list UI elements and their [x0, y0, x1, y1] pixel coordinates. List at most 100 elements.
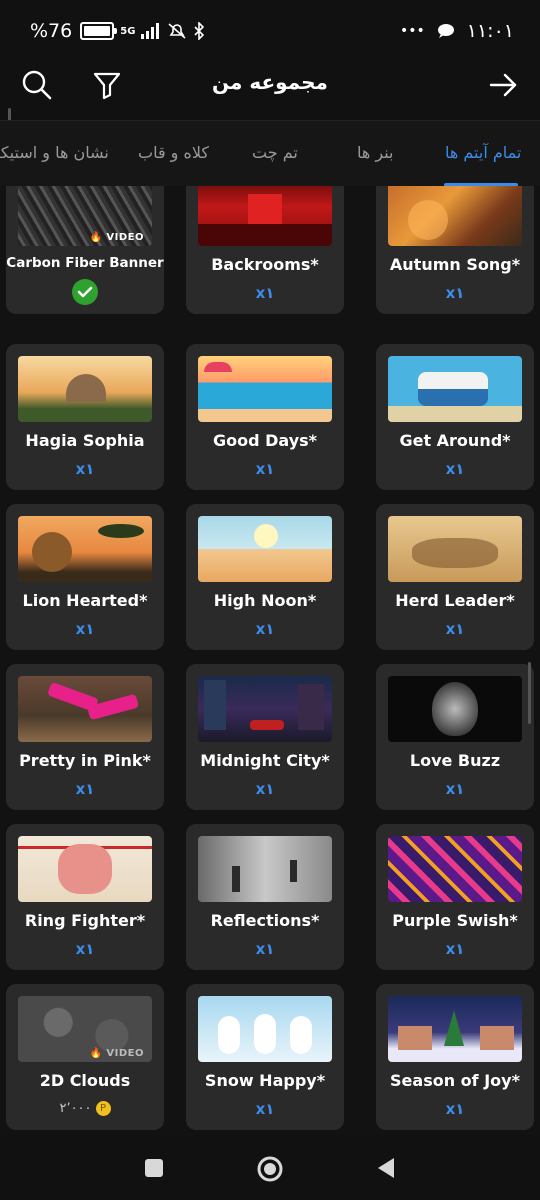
item-quantity: x۱ — [445, 780, 465, 798]
item-quantity: x۱ — [445, 460, 465, 478]
item-price: ۲٬۰۰۰ P — [6, 1101, 164, 1116]
grid-scrollbar[interactable] — [528, 662, 531, 724]
tab-chat-themes[interactable]: تم چت — [252, 143, 298, 162]
item-name: Backrooms* — [211, 255, 319, 274]
item-thumbnail — [388, 356, 522, 422]
item-card[interactable]: Hagia Sophia x۱ — [6, 344, 164, 490]
item-quantity: x۱ — [445, 1100, 465, 1118]
item-thumbnail — [198, 186, 332, 246]
item-video-badge: 🔥 VIDEO — [89, 232, 144, 243]
items-grid: Autumn Song* x۱ Backrooms* x۱ 🔥 VIDEO Ca… — [0, 186, 540, 1134]
item-name: 2D Clouds — [39, 1071, 131, 1090]
item-card[interactable]: Herd Leader* x۱ — [376, 504, 534, 650]
item-name: Herd Leader* — [395, 591, 515, 610]
item-thumbnail — [198, 516, 332, 582]
price-value: ۲٬۰۰۰ — [59, 1101, 92, 1116]
item-thumbnail — [388, 186, 522, 246]
item-card[interactable]: Ring Fighter* x۱ — [6, 824, 164, 970]
tab-badges-stickers[interactable]: نشان ها و استیکر — [0, 143, 109, 162]
item-card[interactable]: Pretty in Pink* x۱ — [6, 664, 164, 810]
item-name: Lion Hearted* — [22, 591, 148, 610]
recents-icon[interactable] — [144, 1158, 164, 1178]
item-quantity: x۱ — [75, 460, 95, 478]
item-thumbnail — [18, 516, 152, 582]
more-dots: ••• — [399, 23, 425, 39]
item-card[interactable]: Love Buzz x۱ — [376, 664, 534, 810]
back-arrow-icon[interactable] — [486, 68, 520, 102]
back-icon[interactable] — [376, 1156, 396, 1180]
bluetooth-icon — [194, 22, 205, 40]
item-card[interactable]: Midnight City* x۱ — [186, 664, 344, 810]
item-card[interactable]: 🔥 VIDEO 2D Clouds ۲٬۰۰۰ P — [6, 984, 164, 1130]
item-name: Carbon Fiber Banner — [6, 255, 164, 271]
item-name: Get Around* — [399, 431, 511, 450]
item-card[interactable]: Snow Happy* x۱ — [186, 984, 344, 1130]
mute-icon — [168, 23, 186, 39]
item-quantity: x۱ — [255, 1100, 275, 1118]
item-quantity: x۱ — [445, 940, 465, 958]
item-name: Season of Joy* — [390, 1071, 520, 1090]
item-quantity: x۱ — [255, 620, 275, 638]
item-thumbnail — [388, 516, 522, 582]
network-label: 5G — [120, 25, 136, 37]
item-video-badge: 🔥 VIDEO — [89, 1048, 144, 1059]
owned-check-icon — [72, 279, 98, 305]
item-thumbnail — [388, 996, 522, 1062]
battery-icon — [80, 22, 118, 40]
item-thumbnail — [388, 676, 522, 742]
item-thumbnail — [198, 996, 332, 1062]
item-quantity: x۱ — [75, 940, 95, 958]
clock: ۱۱:۰۱ — [466, 20, 514, 42]
item-name: Snow Happy* — [204, 1071, 326, 1090]
item-name: Good Days* — [212, 431, 318, 450]
item-thumbnail — [198, 836, 332, 902]
battery-percent: %76 — [30, 20, 73, 42]
signal-icon — [141, 23, 160, 39]
item-card[interactable]: Purple Swish* x۱ — [376, 824, 534, 970]
item-name: Purple Swish* — [392, 911, 518, 930]
item-quantity: x۱ — [255, 940, 275, 958]
item-card[interactable]: High Noon* x۱ — [186, 504, 344, 650]
item-name: Midnight City* — [200, 751, 330, 770]
item-card[interactable]: Autumn Song* x۱ — [376, 186, 534, 314]
item-card[interactable]: Season of Joy* x۱ — [376, 984, 534, 1130]
item-name: Love Buzz — [409, 751, 501, 770]
coin-icon: P — [95, 1101, 111, 1116]
item-quantity: x۱ — [445, 620, 465, 638]
item-thumbnail: 🔥 VIDEO — [18, 996, 152, 1062]
system-nav-bar — [0, 1134, 540, 1200]
item-thumbnail — [18, 836, 152, 902]
tab-banners[interactable]: بنر ها — [357, 143, 394, 162]
item-thumbnail — [198, 356, 332, 422]
item-card[interactable]: Get Around* x۱ — [376, 344, 534, 490]
item-thumbnail: 🔥 VIDEO — [18, 186, 152, 246]
tab-all-items[interactable]: تمام آیتم ها — [445, 143, 521, 162]
item-thumbnail — [18, 676, 152, 742]
item-name: Reflections* — [210, 911, 320, 930]
item-quantity: x۱ — [255, 460, 275, 478]
item-quantity: x۱ — [445, 284, 465, 302]
item-quantity: x۱ — [255, 780, 275, 798]
item-quantity: x۱ — [255, 284, 275, 302]
item-name: Hagia Sophia — [25, 431, 145, 450]
item-card[interactable]: Backrooms* x۱ — [186, 186, 344, 314]
home-icon[interactable] — [256, 1155, 284, 1183]
item-name: Pretty in Pink* — [19, 751, 151, 770]
item-card[interactable]: Lion Hearted* x۱ — [6, 504, 164, 650]
item-name: Autumn Song* — [389, 255, 521, 274]
item-thumbnail — [18, 356, 152, 422]
category-tabs: تمام آیتم ها بنر ها تم چت کلاه و قاب نشا… — [0, 120, 540, 187]
item-card[interactable]: Reflections* x۱ — [186, 824, 344, 970]
item-name: High Noon* — [213, 591, 317, 610]
tab-hats-frames[interactable]: کلاه و قاب — [138, 143, 209, 162]
item-name: Ring Fighter* — [24, 911, 146, 930]
page-title: مجموعه من — [212, 70, 328, 94]
item-thumbnail — [388, 836, 522, 902]
app-header: مجموعه من — [0, 62, 540, 120]
item-quantity: x۱ — [75, 620, 95, 638]
status-bar: %76 5G ••• ۱۱:۰۱ — [0, 0, 540, 62]
item-thumbnail — [198, 676, 332, 742]
item-quantity: x۱ — [75, 780, 95, 798]
item-card[interactable]: Good Days* x۱ — [186, 344, 344, 490]
item-card[interactable]: 🔥 VIDEO Carbon Fiber Banner — [6, 186, 164, 314]
